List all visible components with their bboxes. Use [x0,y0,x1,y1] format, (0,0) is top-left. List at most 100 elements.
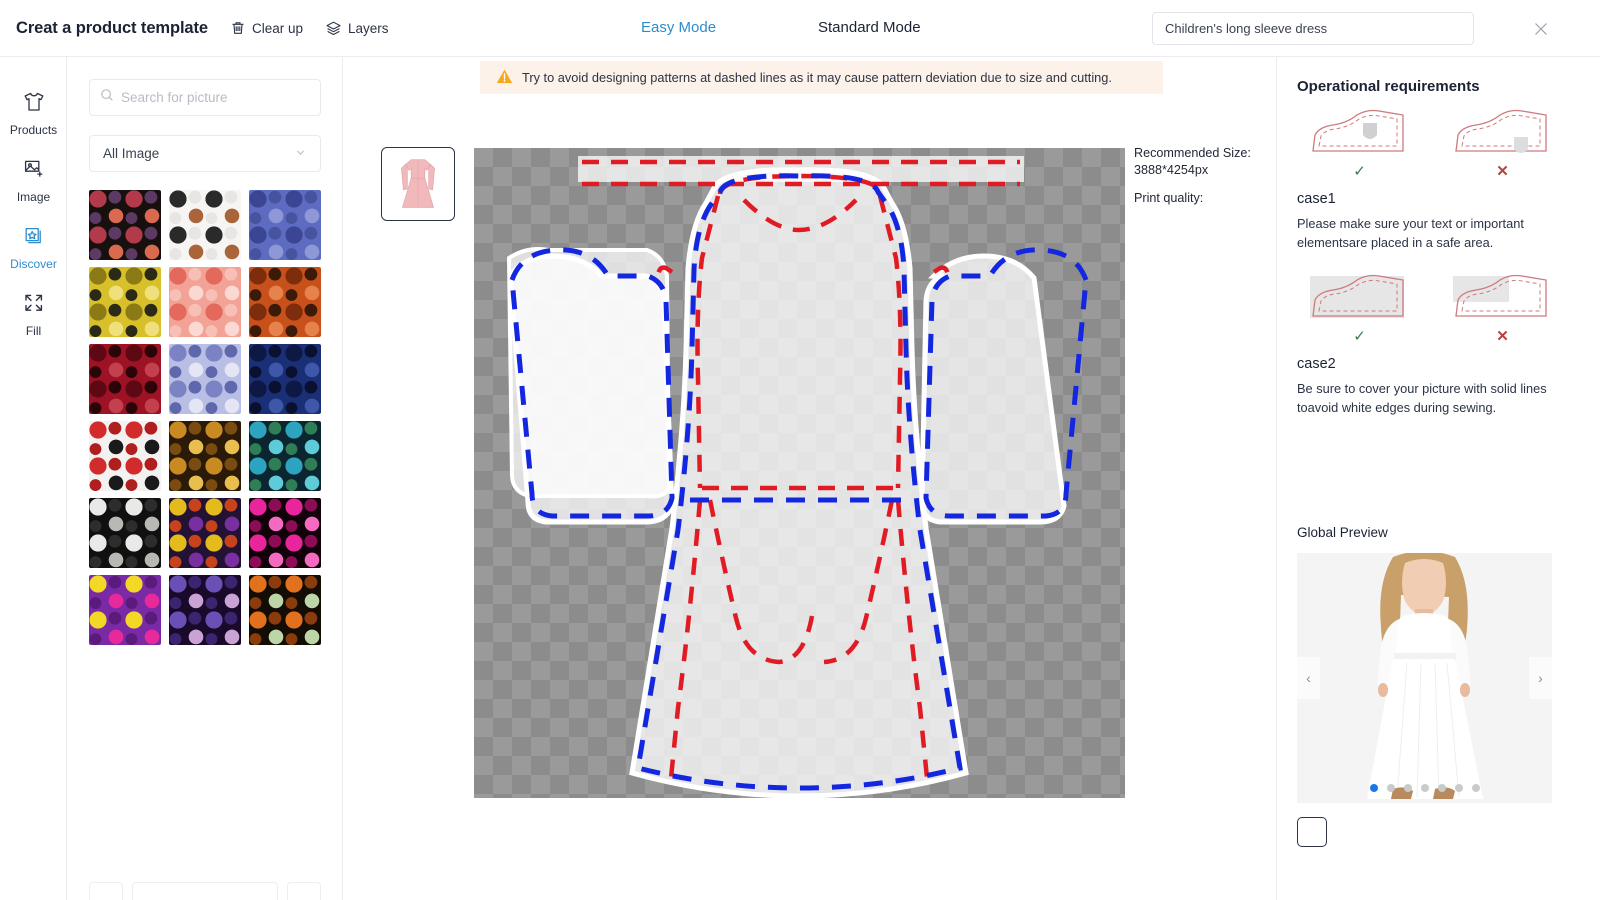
pattern-thumbnail[interactable] [89,575,161,645]
tab-easy-mode[interactable]: Easy Mode [641,19,716,36]
pattern-thumbnail[interactable] [249,267,321,337]
search-input[interactable] [121,90,310,105]
mode-switcher: Easy Mode Standard Mode [600,0,1000,57]
page-title: Creat a product template [16,18,208,37]
preview-dot[interactable] [1386,784,1395,793]
pattern-thumbnail[interactable] [249,190,321,260]
layers-label: Layers [348,20,389,36]
trash-icon [230,20,246,36]
recommended-size-value: 3888*4254px [1134,163,1209,177]
pagination-next-button[interactable] [287,882,321,900]
chevron-down-icon [294,146,307,162]
print-quality-label: Print quality: [1134,191,1204,205]
pattern-thumbnail[interactable] [169,190,241,260]
case1-name: case1 [1297,191,1336,207]
case1-good-mark: ✓ [1353,163,1366,180]
clear-up-button[interactable]: Clear up [230,20,303,36]
layers-button[interactable]: Layers [325,20,389,37]
case2-illustrations: ✓ ✕ [1297,270,1580,344]
pagination-pages[interactable] [132,882,278,900]
case2-good-mark: ✓ [1353,328,1366,346]
case2-name: case2 [1297,356,1336,373]
chevron-left-icon: ‹ [1306,670,1311,687]
pattern-thumbnail[interactable] [169,344,241,414]
product-template-editor: Creat a product template Clear up Layers [0,0,1600,900]
case2-description: Be sure to cover your picture with solid… [1297,381,1547,415]
pattern-panel: All Image [67,57,343,900]
global-preview-label: Global Preview [1297,525,1388,541]
sidebar-item-image[interactable]: Image [0,146,67,213]
pattern-thumbnail[interactable] [169,421,241,491]
sidebar-item-fill[interactable]: Fill [0,280,67,347]
preview-dot[interactable] [1403,784,1412,793]
dress-template-thumbnail[interactable] [381,147,455,221]
product-title-input[interactable] [1152,12,1474,45]
image-add-icon [22,157,46,186]
pattern-thumbnail[interactable] [89,421,161,491]
design-canvas[interactable] [474,148,1125,798]
operational-requirements-title: Operational requirements [1297,78,1480,95]
image-filter-select[interactable]: All Image [89,135,321,172]
case2-good: ✓ [1297,270,1422,344]
warning-text: Try to avoid designing patterns at dashe… [522,70,1112,85]
pattern-thumbnail[interactable] [89,344,161,414]
global-preview-carousel[interactable]: ‹ › [1297,553,1552,804]
pattern-thumbnail[interactable] [249,421,321,491]
preview-dot[interactable] [1420,784,1429,793]
tab-standard-mode[interactable]: Standard Mode [818,19,921,36]
canvas-size-info: Recommended Size: 3888*4254px Print qual… [1134,145,1274,207]
dashed-line-warning: Try to avoid designing patterns at dashe… [480,61,1163,94]
discover-icon [22,224,46,253]
layers-icon [325,20,342,37]
search-picture-box[interactable] [89,79,321,116]
shoe-safe-area-good-icon [1311,109,1404,152]
pattern-thumbnail[interactable] [249,344,321,414]
sidebar-label-image: Image [16,189,51,204]
canvas-stage: Try to avoid designing patterns at dashe… [343,57,1276,900]
preview-dot[interactable] [1369,784,1378,793]
pattern-thumbnail[interactable] [169,498,241,568]
preview-dot[interactable] [1437,784,1446,793]
case1-good: ✓ [1297,105,1422,179]
shoe-safe-area-bad-icon [1454,109,1547,153]
preview-model-image [1297,553,1552,804]
pattern-thumbnail[interactable] [89,190,161,260]
pattern-thumbnail[interactable] [169,267,241,337]
pattern-thumbnail[interactable] [169,575,241,645]
image-filter-value: All Image [103,146,160,161]
sidebar-label-products: Products [9,122,58,137]
search-icon [100,88,114,107]
pattern-thumbnail[interactable] [249,575,321,645]
case2-bad-mark: ✕ [1496,328,1509,346]
warning-icon [496,68,513,88]
chevron-right-icon: › [1538,670,1543,687]
preview-dot[interactable] [1471,784,1480,793]
case2-bad: ✕ [1440,270,1565,344]
pattern-thumbnail-grid [89,190,321,645]
pattern-thumbnail[interactable] [249,498,321,568]
case1-description: Please make sure your text or important … [1297,216,1524,250]
preview-next-button[interactable]: › [1529,657,1552,700]
shoe-coverage-bad-icon [1452,274,1547,317]
tool-rail: Products Image Discover Fill [0,57,67,900]
pagination-prev-button[interactable] [89,882,123,900]
preview-prev-button[interactable]: ‹ [1297,657,1320,700]
recommended-size-label: Recommended Size: [1134,146,1251,160]
case1-illustrations: ✓ ✕ [1297,105,1580,179]
dress-shape [506,156,1067,798]
sidebar-label-fill: Fill [25,323,42,338]
close-icon[interactable] [1531,19,1551,39]
case1-bad-mark: ✕ [1496,163,1509,180]
preview-dots [1297,784,1552,793]
preview-dot[interactable] [1454,784,1463,793]
pattern-thumbnail[interactable] [89,267,161,337]
dress-pattern-overlay [506,156,1089,798]
case1-bad: ✕ [1440,105,1565,179]
operational-requirements-panel: Operational requirements ✓ ✕ case1 Pleas… [1276,57,1600,900]
sidebar-item-products[interactable]: Products [0,79,67,146]
sidebar-item-discover[interactable]: Discover [0,213,67,280]
preview-thumbnail[interactable] [1297,817,1327,848]
pattern-thumbnail[interactable] [89,498,161,568]
app-header: Creat a product template Clear up Layers [0,0,1600,57]
pattern-pagination [89,882,321,900]
